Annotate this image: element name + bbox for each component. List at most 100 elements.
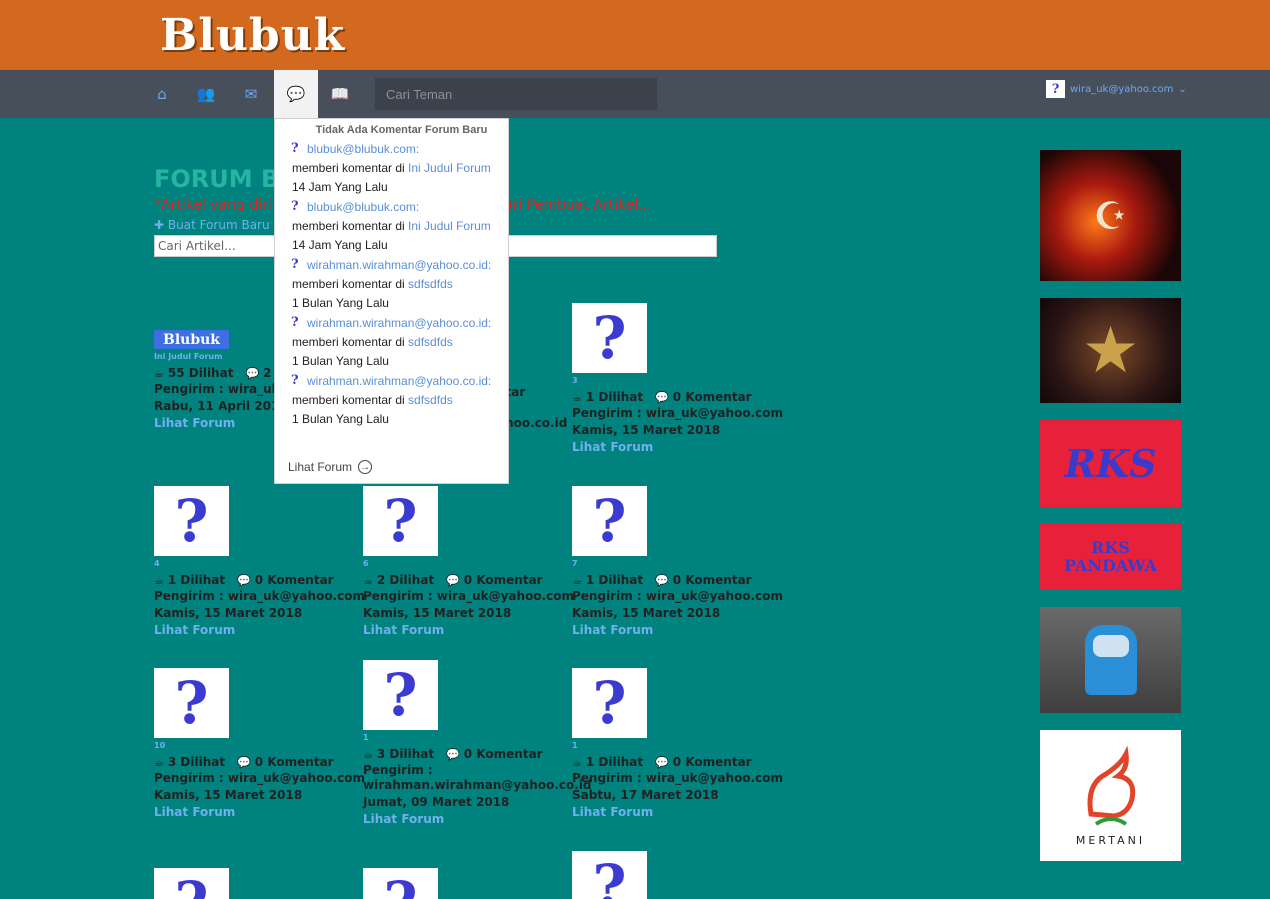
new-forum-button[interactable]: ✚ Buat Forum Baru: [154, 218, 270, 232]
friends-icon[interactable]: 👥: [184, 70, 228, 118]
home-icon[interactable]: ⌂: [140, 70, 184, 118]
card-title[interactable]: 6: [363, 559, 568, 569]
notification-prefix: memberi komentar di: [292, 277, 409, 291]
question-mark-icon: ?: [592, 304, 627, 372]
ad-mertani[interactable]: MERTANI: [1040, 730, 1181, 861]
notification-user[interactable]: ? wirahman.wirahman@yahoo.co.id:: [291, 315, 508, 330]
notification-user[interactable]: ? wirahman.wirahman@yahoo.co.id:: [291, 257, 508, 272]
forum-card: ?: [363, 868, 568, 899]
comments-count: 0 Komentar: [672, 390, 752, 404]
notification-message: memberi komentar di sdfsdfds: [292, 333, 508, 351]
card-title[interactable]: 3: [572, 376, 777, 386]
comments-count: 0 Komentar: [254, 755, 334, 769]
card-thumbnail[interactable]: ?: [363, 868, 438, 899]
views-icon: ☕: [363, 573, 373, 587]
notification-item[interactable]: ? wirahman.wirahman@yahoo.co.id: memberi …: [275, 373, 508, 426]
card-thumbnail[interactable]: Blubuk: [154, 330, 229, 349]
notification-target-link[interactable]: sdfsdfds: [408, 335, 453, 349]
view-forum-link[interactable]: Lihat Forum: [572, 440, 777, 454]
card-title[interactable]: 1: [363, 733, 568, 743]
card-title[interactable]: 10: [154, 741, 359, 751]
question-mark-icon: ?: [174, 669, 209, 737]
view-forum-link[interactable]: Lihat Forum: [154, 805, 359, 819]
user-avatar-icon: ?: [291, 257, 299, 272]
question-mark-icon: ?: [592, 852, 627, 899]
ad-bajaj-photo[interactable]: [1040, 607, 1181, 713]
star-image: ★: [1081, 313, 1140, 388]
card-stats: ☕ 1 Dilihat 💬 0 Komentar: [572, 755, 777, 769]
mertani-text: MERTANI: [1075, 834, 1146, 847]
comments-count: 0 Komentar: [463, 573, 543, 587]
notification-message: memberi komentar di Ini Judul Forum: [292, 217, 508, 235]
notice-left: *Artikel yang diri: [154, 197, 272, 213]
ad-rks[interactable]: RKS: [1040, 420, 1181, 507]
question-mark-icon: ?: [383, 487, 418, 555]
forum-card-partial: ntar ahoo.co.id: [497, 383, 577, 431]
card-thumbnail[interactable]: ?: [572, 668, 647, 738]
notification-user[interactable]: ? blubuk@blubuk.com:: [291, 141, 508, 156]
forum-card: ?: [572, 851, 777, 899]
notification-item[interactable]: ? blubuk@blubuk.com: memberi komentar di …: [275, 141, 508, 194]
card-stats: ☕ 1 Dilihat 💬 0 Komentar: [154, 573, 359, 587]
view-forum-link[interactable]: Lihat Forum: [154, 623, 359, 637]
notification-item[interactable]: ? wirahman.wirahman@yahoo.co.id: memberi …: [275, 315, 508, 368]
card-thumbnail[interactable]: ?: [572, 303, 647, 373]
card-thumbnail[interactable]: ?: [363, 486, 438, 556]
notification-user[interactable]: ? blubuk@blubuk.com:: [291, 199, 508, 214]
comments-icon: 💬: [655, 573, 669, 587]
site-logo[interactable]: Blubuk: [160, 14, 345, 58]
notification-user-email: wirahman.wirahman@yahoo.co.id:: [307, 315, 492, 330]
notification-target-link[interactable]: sdfsdfds: [408, 277, 453, 291]
card-title[interactable]: 4: [154, 559, 359, 569]
avatar: ?: [1046, 80, 1065, 98]
views-count: 1 Dilihat: [585, 390, 644, 404]
notification-item[interactable]: ? blubuk@blubuk.com: memberi komentar di …: [275, 199, 508, 252]
card-thumbnail[interactable]: ?: [572, 486, 647, 556]
card-sender: Pengirim : wira_uk@yahoo.com: [154, 589, 365, 603]
user-avatar-icon: ?: [291, 141, 299, 156]
view-forum-link[interactable]: Lihat Forum: [572, 805, 777, 819]
thumb-logo-text: Blubuk: [163, 331, 220, 348]
forum-card: ?: [154, 868, 359, 899]
views-count: 1 Dilihat: [585, 573, 644, 587]
notification-message: memberi komentar di Ini Judul Forum: [292, 159, 508, 177]
notification-item[interactable]: ? wirahman.wirahman@yahoo.co.id: memberi …: [275, 257, 508, 310]
card-title[interactable]: 7: [572, 559, 777, 569]
friend-search-input[interactable]: [375, 78, 657, 110]
comments-icon: 💬: [237, 573, 251, 587]
card-title[interactable]: 1: [572, 741, 777, 751]
notification-target-link[interactable]: Ini Judul Forum: [408, 161, 491, 175]
question-mark-icon: ?: [383, 661, 418, 729]
card-thumbnail[interactable]: ?: [363, 660, 438, 730]
card-date: Jumat, 09 Maret 2018: [363, 795, 510, 809]
user-menu[interactable]: ? wira_uk@yahoo.com ⌄: [1046, 80, 1187, 98]
view-forum-footer-link[interactable]: Lihat Forum →: [288, 460, 373, 474]
ad-rks-pandawa[interactable]: RKS PANDAWA: [1040, 524, 1181, 590]
views-icon: ☕: [154, 366, 164, 380]
notification-target-link[interactable]: Ini Judul Forum: [408, 219, 491, 233]
card-sender: Pengirim : wira_uk@yahoo.com: [154, 771, 365, 785]
view-forum-link[interactable]: Lihat Forum: [572, 623, 777, 637]
ad-allah-calligraphy[interactable]: ☪: [1040, 150, 1181, 281]
notification-prefix: memberi komentar di: [292, 219, 409, 233]
card-thumbnail[interactable]: ?: [154, 486, 229, 556]
card-thumbnail[interactable]: ?: [154, 668, 229, 738]
articles-book-icon[interactable]: 📖: [318, 70, 362, 118]
ad-muhammad-star[interactable]: ★: [1040, 298, 1181, 403]
views-icon: ☕: [572, 390, 582, 404]
footer-label: Lihat Forum: [288, 460, 353, 474]
notification-target-link[interactable]: sdfsdfds: [408, 393, 453, 407]
view-forum-link[interactable]: Lihat Forum: [363, 812, 568, 826]
notification-prefix: memberi komentar di: [292, 335, 409, 349]
view-forum-link[interactable]: Lihat Forum: [363, 623, 568, 637]
card-date: Kamis, 15 Maret 2018: [363, 606, 512, 620]
card-thumbnail[interactable]: ?: [572, 851, 647, 899]
card-thumbnail[interactable]: ?: [154, 868, 229, 899]
views-count: 3 Dilihat: [376, 747, 435, 761]
card-sender: Pengirim : wira_uk@yahoo.com: [572, 589, 783, 603]
mail-icon[interactable]: ✉: [229, 70, 273, 118]
notification-user[interactable]: ? wirahman.wirahman@yahoo.co.id:: [291, 373, 508, 388]
forum-chat-icon[interactable]: 💬: [274, 70, 318, 118]
question-mark-icon: ?: [592, 487, 627, 555]
comments-icon: 💬: [446, 747, 460, 761]
